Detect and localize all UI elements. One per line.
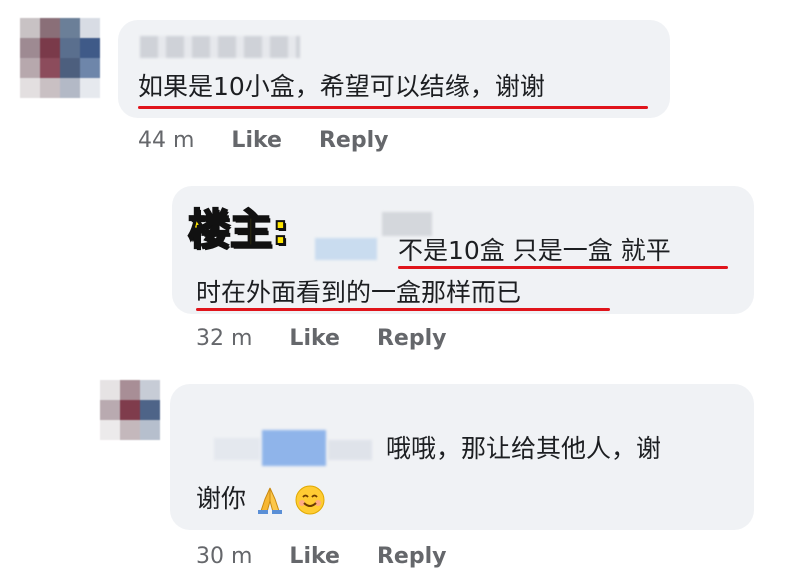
comment-meta: 44 m Like Reply xyxy=(138,128,388,153)
red-underline xyxy=(196,308,610,311)
comment-time: 32 m xyxy=(196,326,253,351)
like-button[interactable]: Like xyxy=(231,128,282,153)
red-underline xyxy=(398,266,728,269)
folded-hands-icon xyxy=(257,487,282,514)
poster-label: 楼主: xyxy=(187,204,290,255)
comment-text: 谢你 xyxy=(196,482,326,516)
blurred-username[interactable] xyxy=(214,438,260,460)
comment-text: 哦哦，那让给其他人，谢 xyxy=(386,434,662,463)
blurred-username[interactable] xyxy=(328,440,372,460)
comment-text: 如果是10小盒，希望可以结缘，谢谢 xyxy=(138,72,545,101)
comment-time: 44 m xyxy=(138,128,195,153)
like-button[interactable]: Like xyxy=(289,326,340,351)
reply-button[interactable]: Reply xyxy=(377,544,447,569)
comment-time: 30 m xyxy=(196,544,253,569)
blurred-username[interactable] xyxy=(382,212,432,236)
avatar[interactable] xyxy=(100,380,160,440)
blurred-username[interactable] xyxy=(262,430,326,466)
like-button[interactable]: Like xyxy=(289,544,340,569)
reply-button[interactable]: Reply xyxy=(377,326,447,351)
comment-text: 时在外面看到的一盒那样而已 xyxy=(196,278,522,307)
reply-button[interactable]: Reply xyxy=(319,128,389,153)
smiling-face-icon xyxy=(295,485,325,515)
red-underline xyxy=(138,106,648,109)
comment-text: 不是10盒 只是一盒 就平 xyxy=(398,236,671,265)
comment-meta: 32 m Like Reply xyxy=(196,326,446,351)
comment-meta: 30 m Like Reply xyxy=(196,544,446,569)
comment-text-line: 谢你 xyxy=(196,484,247,513)
avatar[interactable] xyxy=(20,18,100,98)
blurred-username[interactable] xyxy=(140,36,300,58)
blurred-username[interactable] xyxy=(315,238,377,260)
